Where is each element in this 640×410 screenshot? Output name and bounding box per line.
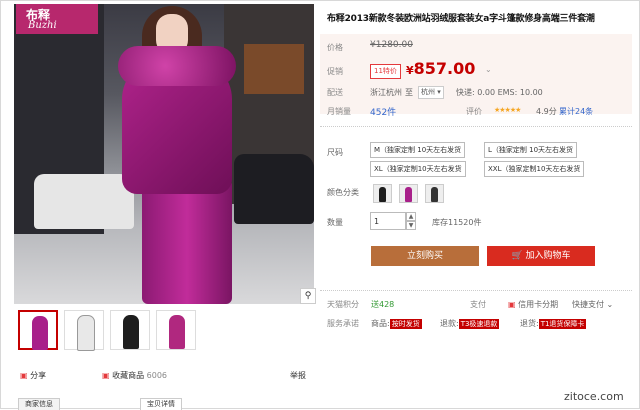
promo-tag: 11特价 xyxy=(370,64,401,79)
color-option-2[interactable] xyxy=(399,184,418,203)
report-link[interactable]: 举报 xyxy=(290,370,306,381)
thumbnail-4[interactable] xyxy=(156,310,196,350)
quantity-up-icon[interactable]: ▲ xyxy=(406,212,416,221)
favorite-link[interactable]: ▣ 收藏商品 6006 xyxy=(102,370,167,381)
logo-en: Buzhi xyxy=(28,20,57,31)
size-option-xxl[interactable]: XXL（独家定制10天左右发货 xyxy=(484,161,585,177)
size-option-xl[interactable]: XL（独家定制10天左右发货 xyxy=(370,161,466,177)
add-to-cart-button[interactable]: 🛒 加入购物车 xyxy=(487,246,595,266)
pay-label: 支付 xyxy=(470,300,486,309)
quantity-label: 数量 xyxy=(327,218,343,227)
sales-label: 月销量 xyxy=(327,107,351,116)
service-item-3: 退货: T1退货保障卡 xyxy=(520,319,587,329)
color-label: 颜色分类 xyxy=(327,188,359,197)
service-promise-label: 服务承诺 xyxy=(327,319,359,328)
sales-count[interactable]: 452件 xyxy=(370,105,396,118)
review-count[interactable]: 累计24条 xyxy=(559,106,593,117)
credit-installment[interactable]: ▣ 信用卡分期 xyxy=(508,299,558,310)
service-item-2: 退款: T3极速退款 xyxy=(440,319,500,329)
white-car xyxy=(34,174,134,229)
shipping-fee: 快递: 0.00 EMS: 10.00 xyxy=(456,88,543,97)
points-label: 天猫积分 xyxy=(327,300,359,309)
ship-from: 浙江杭州 xyxy=(370,88,402,97)
cart-icon: 🛒 xyxy=(511,251,523,261)
rating-stars-icon: ★★★★★ xyxy=(494,106,521,114)
watermark: zitoce.com xyxy=(564,390,624,403)
rating-label: 评价 xyxy=(466,107,482,116)
tab-seller-info[interactable]: 商家信息 xyxy=(18,398,60,410)
original-price: ¥1280.00 xyxy=(370,40,413,50)
price-chevron-down-icon[interactable]: ⌄ xyxy=(485,65,492,74)
shipping-label: 配送 xyxy=(327,88,343,97)
zoom-icon[interactable]: ⚲ xyxy=(300,288,316,304)
product-title: 布释2013新款冬装欧洲站羽绒服套装女a字斗篷款修身高端三件套潮 xyxy=(327,14,595,24)
black-car xyxy=(234,154,314,224)
main-product-image[interactable] xyxy=(14,4,314,304)
current-price: ¥857.00 xyxy=(406,59,476,78)
stock-count: 库存11520件 xyxy=(432,218,482,227)
size-option-l[interactable]: L（独家定制 10天左右发货 xyxy=(484,142,578,158)
shop-sign xyxy=(244,44,304,94)
share-link[interactable]: ▣ 分享 xyxy=(20,370,46,381)
color-option-1[interactable] xyxy=(373,184,392,203)
ship-to-label: 至 xyxy=(405,88,413,97)
express-pay[interactable]: 快捷支付 ⌄ xyxy=(572,299,613,310)
brand-logo: 布释 Buzhi xyxy=(16,4,98,34)
share-icon: ▣ xyxy=(20,371,28,380)
quantity-input[interactable]: 1 xyxy=(370,212,406,230)
price-label: 价格 xyxy=(327,43,343,52)
points-value: 送428 xyxy=(371,300,395,309)
city-select[interactable]: 杭州 ▾ xyxy=(418,86,444,99)
divider xyxy=(320,126,632,127)
color-option-3[interactable] xyxy=(425,184,444,203)
thumbnail-3[interactable] xyxy=(110,310,150,350)
buy-now-button[interactable]: 立刻购买 xyxy=(371,246,479,266)
model-pants xyxy=(142,179,232,304)
size-option-m[interactable]: M（独家定制 10天左右发货 xyxy=(370,142,466,158)
service-item-1: 商品: 按时发货 xyxy=(371,319,422,329)
fur-collar xyxy=(118,46,236,86)
credit-icon: ▣ xyxy=(508,300,516,309)
favorite-icon: ▣ xyxy=(102,371,110,380)
rating-score: 4.9分 xyxy=(536,107,557,116)
tab-item-details[interactable]: 宝贝详情 xyxy=(140,398,182,410)
price-box xyxy=(320,34,632,114)
promo-label: 促销 xyxy=(327,67,343,76)
thumbnail-2[interactable] xyxy=(64,310,104,351)
size-label: 尺码 xyxy=(327,148,343,157)
quantity-down-icon[interactable]: ▼ xyxy=(406,221,416,230)
thumbnail-1[interactable] xyxy=(18,310,58,350)
divider xyxy=(320,290,632,291)
